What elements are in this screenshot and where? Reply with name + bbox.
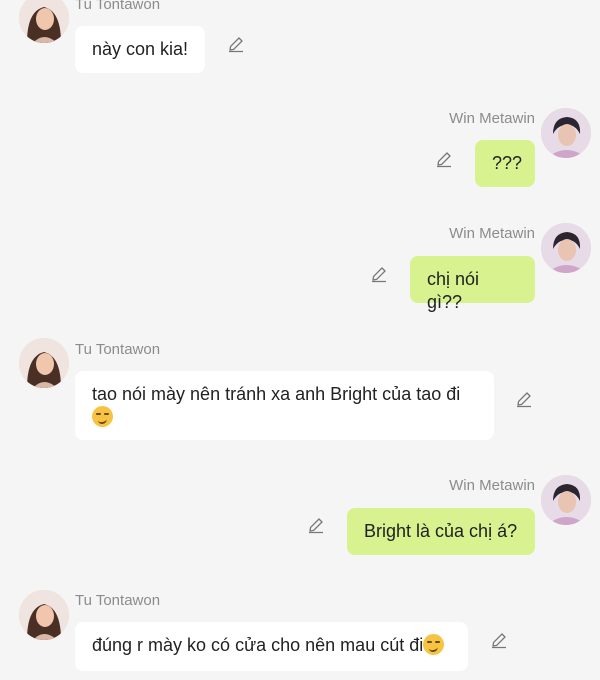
message-bubble: chị nói gì??: [410, 256, 535, 312]
pencil-edit-icon[interactable]: [307, 516, 325, 534]
sender-name: Win Metawin: [449, 225, 535, 242]
pencil-edit-icon[interactable]: [370, 265, 388, 283]
message-text: Bright là của chị á?: [364, 521, 518, 541]
message-bubble: này con kia!: [75, 26, 206, 73]
pencil-edit-icon[interactable]: [435, 150, 453, 168]
smirking-face-emoji: [92, 406, 113, 427]
message-text: chị nói gì??: [427, 269, 480, 312]
pencil-edit-icon[interactable]: [515, 390, 533, 408]
sender-name: Tu Tontawon: [75, 0, 161, 13]
avatar-win-metawin[interactable]: [541, 475, 591, 525]
message-text: tao nói mày nên tránh xa anh Bright của …: [92, 384, 461, 404]
avatar-tu-tontawon[interactable]: [19, 338, 69, 388]
message-bubble: Bright là của chị á?: [347, 508, 535, 555]
sender-name: Win Metawin: [449, 110, 535, 127]
avatar-win-metawin[interactable]: [541, 223, 591, 273]
message-text: đúng r mày ko có cửa cho nên mau cút đi: [92, 635, 424, 655]
pencil-edit-icon[interactable]: [227, 35, 245, 53]
message-bubble: đúng r mày ko có cửa cho nên mau cút đi: [75, 622, 468, 671]
message-bubble: tao nói mày nên tránh xa anh Bright của …: [75, 371, 494, 440]
avatar-tu-tontawon[interactable]: [19, 590, 69, 640]
sender-name: Tu Tontawon: [75, 341, 161, 358]
pencil-edit-icon[interactable]: [490, 631, 508, 649]
avatar-win-metawin[interactable]: [541, 108, 591, 158]
sender-name: Win Metawin: [449, 477, 535, 494]
message-bubble: ???: [475, 140, 535, 187]
sender-name: Tu Tontawon: [75, 592, 161, 609]
message-text: ???: [492, 153, 523, 173]
message-text: này con kia!: [92, 39, 189, 59]
avatar-tu-tontawon[interactable]: [19, 0, 69, 43]
smirking-face-emoji: [423, 634, 445, 655]
